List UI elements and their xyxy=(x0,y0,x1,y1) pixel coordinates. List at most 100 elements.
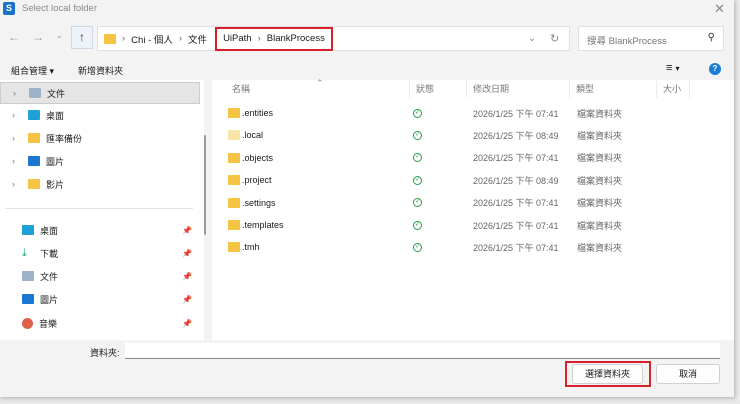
sidebar-item-desktop[interactable]: › 桌面 xyxy=(0,104,200,126)
column-header-date[interactable]: 修改日期 xyxy=(467,80,570,98)
separator-icon: › xyxy=(122,33,126,44)
sync-ok-icon: ✓ xyxy=(413,153,422,163)
column-header-size[interactable]: 大小 xyxy=(657,80,690,98)
pin-icon: 📌 xyxy=(182,294,192,304)
recent-chevron-icon[interactable]: ⌄ xyxy=(56,31,63,40)
folder-icon xyxy=(228,108,240,118)
file-name: .local xyxy=(242,130,264,141)
file-row[interactable]: .templates ✓ 2026/1/25 下午 07:41 檔案資料夾 xyxy=(212,214,682,236)
folder-icon xyxy=(228,197,240,208)
quick-access-music[interactable]: 音樂 📌 xyxy=(0,312,200,334)
folder-icon xyxy=(228,152,240,163)
search-input[interactable]: 搜尋 BlankProcess ⚲ xyxy=(578,26,724,51)
pin-icon: 📌 xyxy=(182,248,192,258)
column-header-type[interactable]: 類型 xyxy=(570,80,657,98)
sort-ascending-icon: ⌃ xyxy=(316,78,324,88)
expand-icon: › xyxy=(12,156,15,166)
folder-icon xyxy=(228,130,240,141)
quick-access-downloads[interactable]: ⤓ 下載 📌 xyxy=(0,242,200,264)
file-date: 2026/1/25 下午 07:41 xyxy=(473,108,559,119)
sidebar-item-pictures[interactable]: › 圖片 xyxy=(0,150,200,172)
refresh-icon[interactable]: ↻ xyxy=(550,32,559,45)
file-name: .project xyxy=(242,175,272,186)
file-list: 名稱 ⌃ 狀態 修改日期 類型 大小 .entities ✓ 2026/1/25 下午… xyxy=(212,78,734,340)
file-row[interactable]: .project ✓ 2026/1/25 下午 08:49 檔案資料夾 xyxy=(212,169,682,191)
sync-ok-icon: ✓ xyxy=(413,175,422,185)
select-folder-dialog: S Select local folder ✕ ← → ⌄ ↑ › Chi - … xyxy=(0,0,734,397)
file-name: .tmh xyxy=(242,242,260,253)
sync-ok-icon: ✓ xyxy=(413,220,422,230)
file-type: 檔案資料夾 xyxy=(577,130,623,141)
separator-icon: › xyxy=(257,33,261,44)
sidebar-item-videos[interactable]: › 影片 xyxy=(0,173,200,195)
quick-access-pictures[interactable]: 圖片 📌 xyxy=(0,288,200,310)
breadcrumb-item[interactable]: Chi - 個人 xyxy=(131,32,173,46)
sidebar-item-documents[interactable]: › 文件 xyxy=(0,82,200,104)
file-type: 檔案資料夾 xyxy=(577,108,623,119)
back-icon[interactable]: ← xyxy=(8,30,20,44)
help-icon[interactable]: ? xyxy=(709,63,721,75)
file-row[interactable]: .settings ✓ 2026/1/25 下午 07:41 檔案資料夾 xyxy=(212,192,682,214)
sync-ok-icon: ✓ xyxy=(413,130,422,140)
music-icon xyxy=(22,317,33,329)
file-date: 2026/1/25 下午 07:41 xyxy=(473,242,559,253)
desktop-icon xyxy=(28,110,40,120)
folder-icon xyxy=(228,242,240,253)
view-menu-icon[interactable]: ≡ ▾ xyxy=(666,62,680,74)
file-type: 檔案資料夾 xyxy=(577,198,623,209)
pictures-icon xyxy=(28,156,40,166)
file-type: 檔案資料夾 xyxy=(577,242,623,253)
sidebar-scrollbar[interactable] xyxy=(204,135,206,235)
select-folder-button[interactable]: 選擇資料夾 xyxy=(572,364,643,384)
quick-access-desktop[interactable]: 桌面 📌 xyxy=(0,219,200,241)
sync-ok-icon: ✓ xyxy=(413,108,422,118)
new-folder-button[interactable]: 新增資料夾 xyxy=(78,64,123,77)
expand-icon: › xyxy=(12,110,15,120)
sidebar-item-backup[interactable]: › 匯率備份 xyxy=(0,127,200,149)
breadcrumb-item[interactable]: UiPath xyxy=(223,33,252,44)
file-row[interactable]: .local ✓ 2026/1/25 下午 08:49 檔案資料夾 xyxy=(212,124,682,146)
folder-icon xyxy=(104,33,116,44)
file-date: 2026/1/25 下午 08:49 xyxy=(473,130,559,141)
file-date: 2026/1/25 下午 07:41 xyxy=(473,220,559,231)
documents-icon xyxy=(29,88,41,98)
pin-icon: 📌 xyxy=(182,318,192,328)
address-dropdown-icon[interactable]: ⌄ xyxy=(528,33,536,44)
column-header-status[interactable]: 狀態 xyxy=(410,80,467,98)
quick-access-documents[interactable]: 文件 📌 xyxy=(0,265,200,287)
separator-icon: › xyxy=(178,33,183,44)
window-title: Select local folder xyxy=(22,3,97,14)
file-type: 檔案資料夾 xyxy=(577,175,623,186)
documents-icon xyxy=(22,271,34,281)
expand-icon: › xyxy=(13,88,16,98)
pictures-icon xyxy=(22,294,34,304)
search-placeholder: 搜尋 BlankProcess xyxy=(587,36,667,47)
breadcrumb-item[interactable]: BlankProcess xyxy=(267,33,325,44)
folder-icon xyxy=(28,179,40,189)
file-name: .objects xyxy=(242,152,274,163)
pin-icon: 📌 xyxy=(182,225,192,235)
highlighted-path: UiPath › BlankProcess xyxy=(215,26,333,51)
expand-icon: › xyxy=(12,179,15,189)
file-date: 2026/1/25 下午 07:41 xyxy=(473,198,559,209)
file-row[interactable]: .tmh ✓ 2026/1/25 下午 07:41 檔案資料夾 xyxy=(212,236,682,258)
file-row[interactable]: .entities ✓ 2026/1/25 下午 07:41 檔案資料夾 xyxy=(212,102,682,124)
file-type: 檔案資料夾 xyxy=(577,153,623,164)
file-type: 檔案資料夾 xyxy=(577,220,623,231)
address-bar[interactable]: › Chi - 個人 › 文件 UiPath › BlankProcess ⌄ … xyxy=(97,26,570,51)
file-name: .templates xyxy=(242,220,284,230)
column-header-name[interactable]: 名稱 ⌃ xyxy=(226,78,410,98)
organize-menu[interactable]: 組合管理 ▾ xyxy=(11,64,54,77)
folder-icon xyxy=(228,175,240,186)
close-icon[interactable]: ✕ xyxy=(714,1,725,17)
download-icon: ⤓ xyxy=(22,246,27,259)
forward-icon[interactable]: → xyxy=(32,30,44,44)
folder-name-input[interactable] xyxy=(125,343,720,359)
expand-icon: › xyxy=(12,133,15,143)
file-row[interactable]: .objects ✓ 2026/1/25 下午 07:41 檔案資料夾 xyxy=(212,147,682,169)
cancel-button[interactable]: 取消 xyxy=(656,364,720,384)
up-button[interactable]: ↑ xyxy=(71,26,93,49)
breadcrumb-item[interactable]: 文件 xyxy=(188,32,207,46)
desktop-icon xyxy=(22,225,34,235)
file-name: .settings xyxy=(242,197,276,208)
